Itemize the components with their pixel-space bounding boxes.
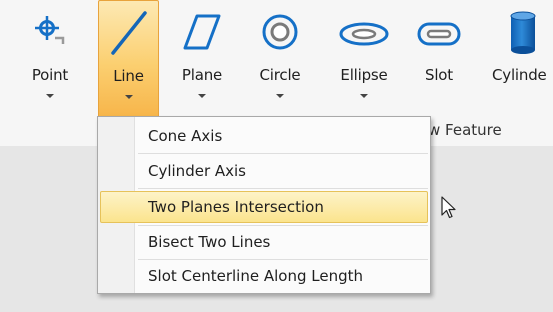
menu-item-slot-centerline-along-length[interactable]: Slot Centerline Along Length (100, 260, 428, 292)
circle-tool-button[interactable]: Circle (248, 0, 312, 118)
line-dropdown-menu: Cone Axis Cylinder Axis Two Planes Inter… (97, 116, 431, 294)
chevron-down-icon (124, 95, 133, 99)
menu-item-label: Cone Axis (148, 127, 223, 145)
point-tool-label: Point (31, 66, 69, 84)
menu-item-label: Bisect Two Lines (148, 233, 271, 251)
chevron-down-icon (46, 94, 54, 98)
chevron-down-icon (360, 94, 368, 98)
ellipse-icon (338, 20, 390, 52)
plane-icon (181, 12, 223, 56)
slot-tool-button[interactable]: Slot (410, 0, 468, 118)
cylinder-tool-label: Cylinde (492, 66, 547, 84)
menu-separator (138, 188, 428, 189)
circle-icon (260, 12, 300, 56)
line-icon (107, 9, 151, 61)
ellipse-tool-button[interactable]: Ellipse (331, 0, 397, 118)
chevron-down-icon (198, 94, 206, 98)
plane-tool-button[interactable]: Plane (172, 0, 232, 118)
point-tool-button[interactable]: Point (20, 0, 80, 118)
menu-separator (138, 153, 428, 154)
ellipse-tool-label: Ellipse (340, 66, 388, 84)
chevron-down-icon (276, 94, 284, 98)
mouse-cursor-icon (441, 196, 457, 224)
point-icon (33, 14, 67, 50)
slot-icon (416, 20, 462, 52)
menu-item-label: Slot Centerline Along Length (148, 267, 363, 285)
plane-tool-label: Plane (181, 66, 223, 84)
menu-item-label: Cylinder Axis (148, 162, 246, 180)
menu-item-bisect-two-lines[interactable]: Bisect Two Lines (100, 226, 428, 258)
menu-item-cone-axis[interactable]: Cone Axis (100, 120, 428, 152)
menu-item-cylinder-axis[interactable]: Cylinder Axis (100, 155, 428, 187)
cylinder-tool-button[interactable]: Cylinde (488, 0, 553, 118)
line-tool-button[interactable]: Line (98, 0, 159, 118)
ribbon-group-label: w Feature (428, 121, 502, 139)
cylinder-icon (508, 10, 538, 60)
menu-item-two-planes-intersection[interactable]: Two Planes Intersection (100, 191, 428, 223)
line-tool-label: Line (113, 67, 144, 85)
menu-item-label: Two Planes Intersection (148, 198, 324, 216)
circle-tool-label: Circle (259, 66, 301, 84)
slot-tool-label: Slot (425, 66, 453, 84)
